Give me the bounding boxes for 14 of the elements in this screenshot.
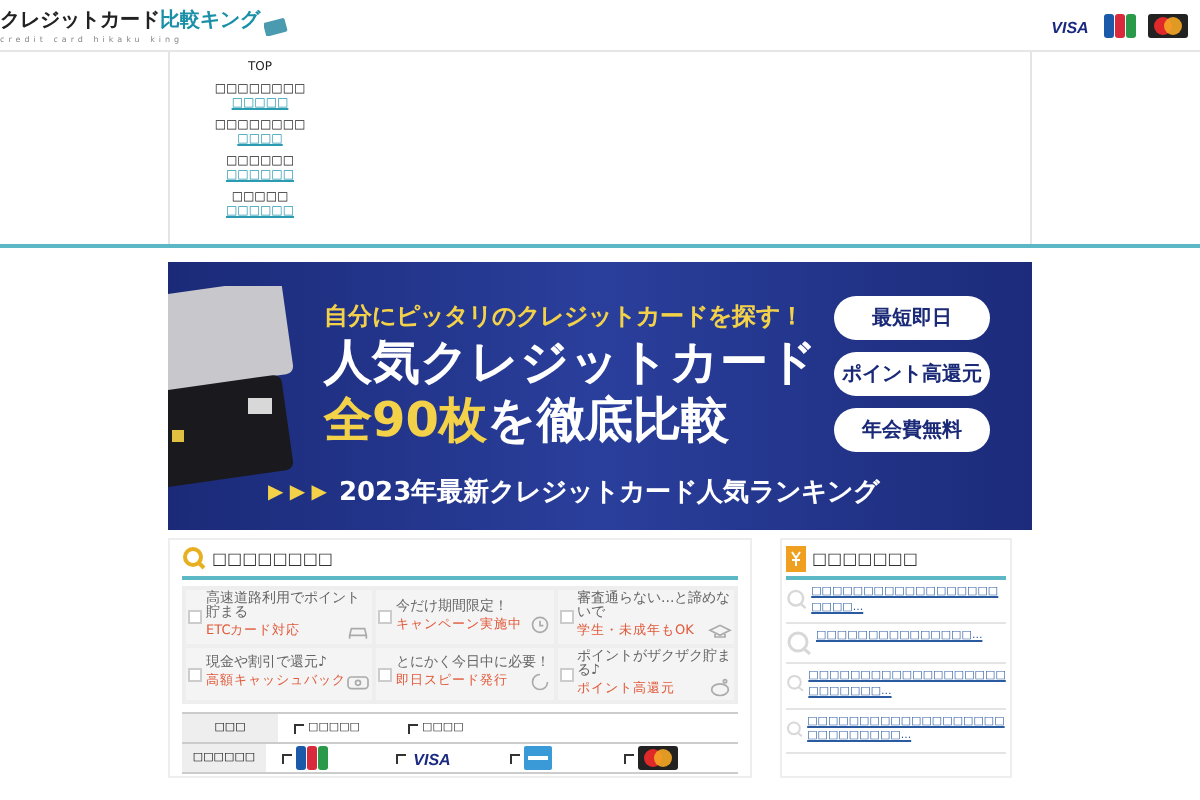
- banner-pill: 最短即日: [834, 296, 990, 340]
- banner-pill: 年会費無料: [834, 408, 990, 452]
- site-logo-text[interactable]: クレジットカード比較キング: [0, 6, 260, 34]
- triangle-arrows: ▶ ▶ ▶: [268, 481, 327, 503]
- panel-title: □□□□□□□□: [212, 549, 333, 567]
- banner-headline: 人気クレジットカード: [324, 333, 818, 391]
- visa-logo-icon: VISA: [1048, 15, 1092, 35]
- promo-banner[interactable]: 自分にピッタリのクレジットカードを探す！ 人気クレジットカード 全90枚を徹底比較 最短即日 ポイント高還元 年会費無料 ▶ ▶ ▶ 2023年最新クレジットカード人気ランキング: [168, 262, 1032, 530]
- banner-pill: ポイント高還元: [834, 352, 990, 396]
- banner-headline: 全90枚を徹底比較: [324, 391, 731, 449]
- panel-title: □□□□□□□: [812, 549, 918, 567]
- banner-lead: 自分にピッタリのクレジットカードを探す！: [324, 299, 806, 334]
- banner-ranking-text: 2023年最新クレジットカード人気ランキング: [338, 475, 880, 510]
- visa-logo-icon: VISA: [410, 748, 454, 769]
